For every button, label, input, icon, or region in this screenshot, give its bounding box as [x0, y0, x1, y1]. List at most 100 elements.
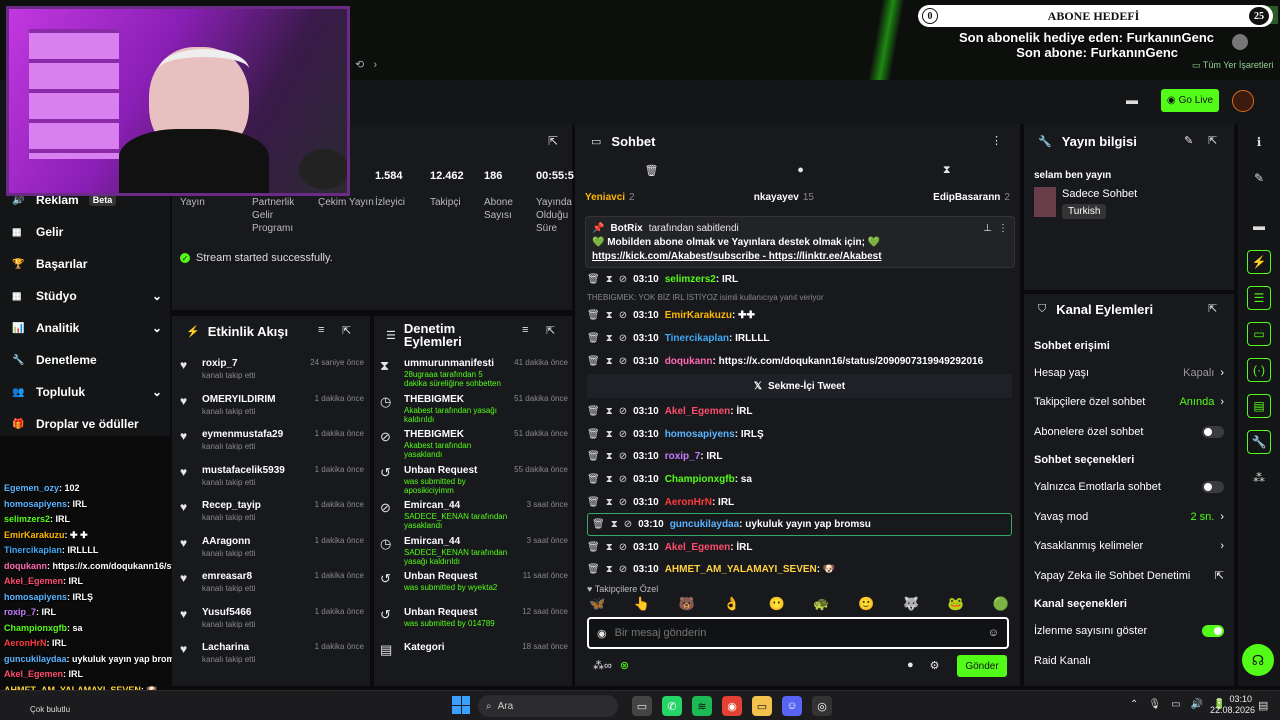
chat-username[interactable]: Akel_Egemen: [665, 406, 731, 417]
taskbar-search[interactable]: ⌕ Ara: [478, 695, 618, 717]
bubble-icon[interactable]: ●: [907, 659, 914, 672]
activity-item[interactable]: ♥ roxip_7 kanalı takip etti 24 saniye önce: [180, 358, 364, 394]
delete-icon[interactable]: 🗑: [587, 564, 600, 575]
chat-message[interactable]: 🗑 ⧗ ⊘ 03:10 Tinercikaplan: IRLLLL: [587, 327, 1012, 350]
setting-row[interactable]: Raid Kanalı: [1034, 646, 1224, 676]
chat-username[interactable]: EmirKarakuzu: [665, 310, 732, 321]
delete-icon[interactable]: 🗑: [592, 519, 605, 530]
chat-message[interactable]: 🗑 ⧗ ⊘ 03:10 EmirKarakuzu: ✚✚: [587, 305, 1012, 328]
timeout-icon[interactable]: ⧗: [606, 497, 613, 508]
clip-icon[interactable]: ▬: [1126, 93, 1138, 107]
chevron-right-icon[interactable]: ›: [1220, 396, 1224, 408]
spotify-icon[interactable]: ≋: [692, 696, 712, 716]
sidebar-item-1[interactable]: ▦ Gelir: [12, 216, 162, 248]
taskview-icon[interactable]: ▭: [632, 696, 652, 716]
toggle-switch[interactable]: [1202, 425, 1224, 438]
setting-row[interactable]: Takipçilere özel sohbet Anında ›: [1034, 388, 1224, 418]
mod-action-item[interactable]: ↺ Unban Request was submitted by 014789 12 …: [380, 607, 568, 643]
emoji-icon[interactable]: ☺: [988, 627, 999, 639]
ban-icon[interactable]: ⊘: [619, 310, 627, 321]
chat-message[interactable]: 🗑 ⧗ ⊘ 03:10 guncukilaydaa: uykuluk yayın yap…: [587, 513, 1012, 536]
chat-username[interactable]: roxip_7: [665, 451, 701, 462]
smiley-left-icon[interactable]: ◉: [597, 627, 607, 640]
delete-icon[interactable]: 🗑: [587, 406, 600, 417]
ban-icon[interactable]: ⊘: [619, 406, 627, 417]
weather-text[interactable]: Çok bulutlu: [30, 705, 70, 714]
chat-message[interactable]: 🗑 ⧗ ⊘ 03:10 AHMET_AM_YALAMAYI_SEVEN: 🐶: [587, 559, 1012, 582]
ban-icon[interactable]: ⊘: [619, 451, 627, 462]
chat-message[interactable]: 🗑 ⧗ ⊘ 03:10 selimzers2: IRL: [587, 268, 1012, 291]
sidebar-item-6[interactable]: 👥 Topluluk ⌄: [12, 376, 162, 408]
mod-action-item[interactable]: ↺ Unban Request was submitted by wyekta2 11…: [380, 571, 568, 607]
activity-item[interactable]: ♥ emreasar8 kanalı takip etti 1 dakika önce: [180, 571, 364, 607]
clock[interactable]: 03:10 22.08.2026: [1210, 694, 1255, 716]
chat-message[interactable]: 🗑 ⧗ ⊘ 03:10 AeronHrN: IRL: [587, 491, 1012, 514]
activity-item[interactable]: ♥ Recep_tayip kanalı takip etti 1 dakika ön…: [180, 500, 364, 536]
popout-icon[interactable]: ⇱: [1208, 134, 1217, 147]
filter-icon[interactable]: ≡: [318, 324, 324, 336]
timeout-icon[interactable]: ⧗: [606, 356, 613, 367]
chat-message[interactable]: 🗑 ⧗ ⊘ 03:10 homosapiyens: IRLŞ: [587, 423, 1012, 446]
pinned-link-linktree[interactable]: https://linktr.ee/Akabest: [769, 251, 882, 262]
ban-icon[interactable]: ⊘: [619, 429, 627, 440]
ban-icon[interactable]: ⊘: [624, 519, 632, 530]
mod-action-item[interactable]: ⊘ THEBIGMEK Akabest tarafından yasaklandı 5…: [380, 429, 568, 465]
windows-start-icon[interactable]: [452, 696, 470, 714]
popout-icon[interactable]: ⇱: [548, 134, 558, 148]
ban-icon[interactable]: ⊘: [619, 497, 627, 508]
sidebar-item-2[interactable]: 🏆 Başarılar: [12, 248, 162, 280]
timeout-icon[interactable]: ⧗: [606, 474, 613, 485]
user-avatar[interactable]: [1232, 90, 1254, 112]
clip-icon[interactable]: ▬: [1247, 214, 1271, 238]
sidebar-item-5[interactable]: 🔧 Denetleme: [12, 344, 162, 376]
chat-username[interactable]: selimzers2: [665, 274, 716, 285]
timeout-icon[interactable]: ⧗: [606, 451, 613, 462]
activity-item[interactable]: ♥ Lacharina kanalı takip etti 1 dakika önce: [180, 642, 364, 678]
chat-message[interactable]: 🗑 ⧗ ⊘ 03:10 roxip_7: IRL: [587, 446, 1012, 469]
setting-row[interactable]: Yalnızca Emotlarla sohbet: [1034, 473, 1224, 503]
profile-avatar[interactable]: [1232, 34, 1248, 50]
toggle-switch[interactable]: [1202, 625, 1224, 638]
trash-icon[interactable]: 🗑: [644, 164, 658, 184]
timeout-icon[interactable]: ⧗: [606, 274, 613, 285]
delete-icon[interactable]: 🗑: [587, 497, 600, 508]
help-chat-button[interactable]: ☊: [1242, 644, 1274, 676]
category-name[interactable]: Sadece Sohbet: [1062, 188, 1137, 200]
edit-icon[interactable]: ✎: [1184, 134, 1193, 147]
card-icon[interactable]: ▤: [1247, 394, 1271, 418]
folder-icon[interactable]: ▭: [752, 696, 772, 716]
sidebar-item-4[interactable]: 📊 Analitik ⌄: [12, 312, 162, 344]
delete-icon[interactable]: 🗑: [587, 310, 600, 321]
external-link-icon[interactable]: ⇱: [1215, 569, 1224, 582]
chevron-right-icon[interactable]: ›: [1220, 367, 1224, 379]
whatsapp-icon[interactable]: ✆: [662, 696, 682, 716]
popout-icon[interactable]: ⇱: [546, 324, 555, 337]
chat-username[interactable]: Tinercikaplan: [665, 333, 729, 344]
mod-action-item[interactable]: ⧗ ummurunmanifesti 28ugraaa tarafından 5 d…: [380, 358, 568, 394]
chrome-icon[interactable]: ◉: [722, 696, 742, 716]
chat-input[interactable]: [614, 627, 980, 639]
timeout-icon[interactable]: ⧗: [606, 542, 613, 553]
setting-row[interactable]: Abonelere özel sohbet: [1034, 417, 1224, 447]
emote-strip[interactable]: 🦋 👆 🐻 👌 😶 🐢 🙂 🐺 🐸 🟢: [589, 596, 1009, 614]
notification-icon[interactable]: ▤: [1258, 699, 1268, 712]
mod-action-item[interactable]: ↺ Unban Request was submitted by aposikici…: [380, 465, 568, 501]
activity-item[interactable]: ♥ mustafacelik5939 kanalı takip etti 1 daki…: [180, 465, 364, 501]
delete-icon[interactable]: 🗑: [587, 333, 600, 344]
filter-icon[interactable]: ≡: [522, 324, 528, 336]
unpin-icon[interactable]: ⊥: [983, 223, 992, 234]
activity-item[interactable]: ♥ Yusuf5466 kanalı takip etti 1 dakika önce: [180, 607, 364, 643]
chat-icon[interactable]: ▭: [1247, 322, 1271, 346]
ban-icon[interactable]: ⊘: [619, 564, 627, 575]
info-icon[interactable]: ℹ: [1247, 130, 1271, 154]
popout-icon[interactable]: ⇱: [342, 324, 351, 337]
bubble-icon[interactable]: ●: [797, 164, 804, 184]
activity-item[interactable]: ♥ AAragonn kanalı takip etti 1 dakika önce: [180, 536, 364, 572]
more-icon[interactable]: ⋮: [991, 134, 1002, 147]
ban-icon[interactable]: ⊘: [619, 542, 627, 553]
setting-row[interactable]: Hesap yaşı Kapalı ›: [1034, 358, 1224, 388]
lightning-icon[interactable]: ⚡: [1247, 250, 1271, 274]
tab-nav-icons[interactable]: ⟲ ›: [355, 58, 377, 71]
timeout-icon[interactable]: ⧗: [611, 519, 618, 530]
toggle-switch[interactable]: [1202, 481, 1224, 494]
